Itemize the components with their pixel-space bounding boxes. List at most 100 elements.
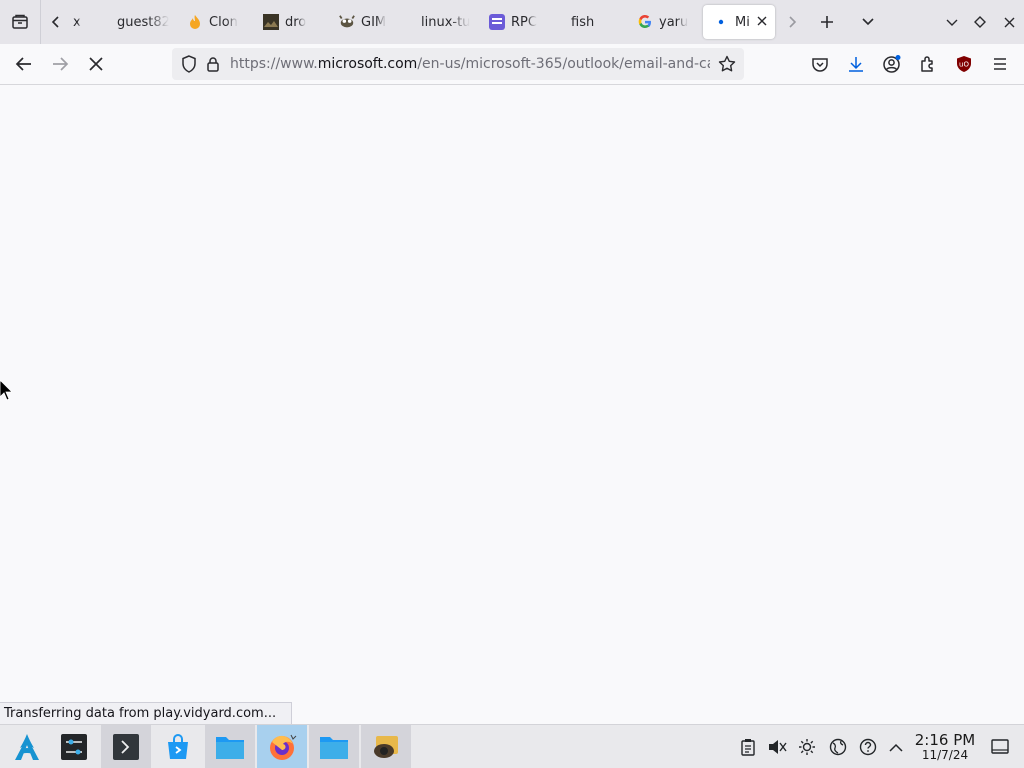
forward-arrow-icon [53, 57, 69, 71]
tab-strip: x guest82 Clon dro GIM linux-tu RPC fish… [0, 0, 1024, 44]
stop-x-icon [89, 57, 103, 71]
tab-title: Clon [209, 14, 238, 30]
tab-title: x [73, 14, 81, 30]
scroll-tabs-right-button[interactable] [775, 4, 809, 40]
page-content-area[interactable] [0, 85, 1024, 702]
taskbar-file-manager-app[interactable] [205, 725, 255, 768]
taskbar-settings-app[interactable] [49, 725, 99, 768]
scroll-tabs-left-button[interactable] [41, 4, 71, 40]
tab-4[interactable]: GIM [329, 5, 405, 39]
image-viewer-icon [374, 736, 398, 758]
account-button[interactable] [877, 49, 907, 79]
firefox-logo-icon [270, 734, 297, 760]
hamburger-menu-icon [994, 58, 1006, 70]
tab-title: guest82 [117, 14, 169, 30]
pocket-icon [812, 57, 828, 72]
list-all-tabs-button[interactable] [845, 4, 891, 40]
back-button[interactable] [9, 49, 39, 79]
window-close-button[interactable] [994, 4, 1024, 40]
tab-title: dro [285, 14, 307, 30]
volume-muted-icon[interactable] [767, 737, 787, 757]
tab-2[interactable]: Clon [177, 5, 253, 39]
tab-6[interactable]: RPC [481, 5, 557, 39]
clock-time: 2:16 PM [914, 731, 976, 749]
clock-date: 11/7/24 [921, 748, 969, 762]
back-arrow-icon [15, 57, 31, 71]
help-question-icon[interactable] [858, 737, 878, 757]
tab-8[interactable]: yaru [633, 5, 699, 39]
stop-loading-button[interactable] [81, 49, 111, 79]
clipboard-icon[interactable] [738, 737, 758, 757]
window-minimize-button[interactable] [938, 4, 966, 40]
taskbar-file-manager-app-2[interactable] [309, 725, 359, 768]
folder-icon [216, 737, 244, 759]
app-menu-button[interactable] [985, 49, 1015, 79]
puzzle-piece-icon [921, 56, 933, 72]
mouse-pointer-icon [0, 379, 13, 406]
taskbar-firefox-app[interactable] [257, 725, 307, 768]
forward-button[interactable] [45, 49, 75, 79]
chevron-down-icon [862, 18, 874, 26]
tab-title: GIM [361, 14, 387, 30]
network-globe-icon[interactable] [828, 737, 848, 757]
settings-sliders-icon [61, 734, 87, 760]
lock-icon[interactable] [204, 55, 222, 73]
status-panel: Transferring data from play.vidyard.com.… [0, 702, 292, 724]
taskbar: 2:16 PM 11/7/24 [0, 724, 1024, 768]
plus-icon [821, 16, 833, 28]
taskbar-terminal-app[interactable] [101, 725, 151, 768]
tab-9-active[interactable]: Mi [703, 5, 775, 39]
maximize-icon [974, 16, 986, 28]
arch-linux-logo-icon [15, 734, 39, 760]
tab-title: RPC [511, 14, 537, 30]
tab-title: linux-tu [421, 14, 471, 30]
dark-image-icon [263, 14, 279, 30]
ublock-origin-button[interactable]: uO [949, 49, 979, 79]
navigation-toolbar: https://www.microsoft.com/en-us/microsof… [0, 44, 1024, 85]
purple-doc-icon [489, 14, 505, 30]
ublock-shield-icon: uO [957, 56, 971, 72]
url-bar[interactable]: https://www.microsoft.com/en-us/microsof… [172, 48, 744, 80]
chevron-left-icon [51, 16, 59, 28]
shopping-bag-icon [168, 734, 188, 759]
url-domain: microsoft.com [317, 56, 418, 72]
folder-icon [320, 737, 348, 759]
window-maximize-button[interactable] [966, 4, 994, 40]
new-tab-button[interactable] [809, 4, 845, 40]
brightness-icon[interactable] [797, 737, 817, 757]
taskbar-discover-app[interactable] [153, 725, 203, 768]
loading-dot-icon [713, 14, 729, 30]
extensions-button[interactable] [913, 49, 943, 79]
chevron-right-icon [789, 16, 797, 28]
application-launcher-button[interactable] [2, 725, 52, 768]
minimize-icon [946, 19, 958, 26]
url-path: /en-us/microsoft-365/outlook/email-and-c… [417, 56, 710, 72]
account-avatar-icon [883, 55, 901, 73]
tab-title: yaru [659, 14, 689, 30]
tab-7[interactable]: fish [557, 5, 633, 39]
url-text[interactable]: https://www.microsoft.com/en-us/microsof… [230, 56, 710, 72]
close-icon [1004, 17, 1014, 27]
firefox-view-icon [12, 14, 28, 29]
tab-1[interactable]: guest82 [101, 5, 177, 39]
taskbar-image-viewer-app[interactable] [361, 725, 411, 768]
show-hidden-icons-chevron-up-icon[interactable] [886, 737, 906, 757]
firefox-view-button[interactable] [0, 4, 40, 40]
pocket-button[interactable] [805, 49, 835, 79]
downloads-button[interactable] [841, 49, 871, 79]
tab-title: fish [571, 14, 595, 30]
orange-flame-icon [187, 14, 203, 30]
tab-title: Mi [735, 14, 750, 30]
gimp-icon [339, 14, 355, 30]
tab-5[interactable]: linux-tu [405, 5, 481, 39]
tracking-protection-shield-icon[interactable] [180, 55, 198, 73]
terminal-icon [113, 734, 139, 760]
google-icon [637, 14, 653, 30]
url-prefix: https://www. [230, 56, 318, 72]
bookmark-star-icon[interactable] [718, 55, 736, 73]
digital-clock[interactable]: 2:16 PM 11/7/24 [908, 731, 982, 762]
close-tab-icon[interactable] [757, 14, 767, 30]
tab-0[interactable]: x [71, 5, 101, 39]
tab-3[interactable]: dro [253, 5, 329, 39]
show-desktop-icon[interactable] [990, 737, 1010, 757]
